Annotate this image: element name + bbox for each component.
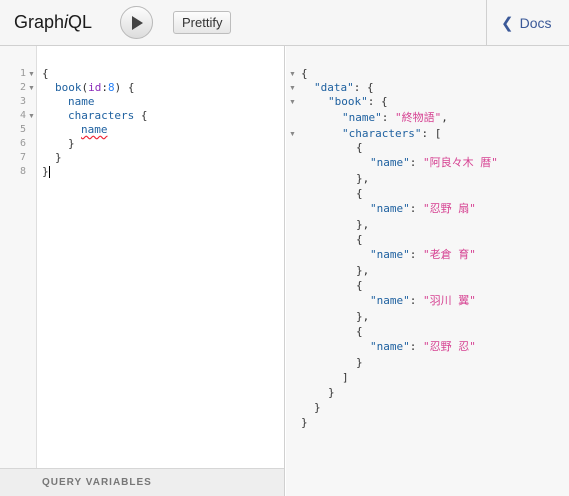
code-line: } [55,151,62,165]
graphiql-logo: GraphiQL [14,12,92,33]
arg-value: 8 [108,81,115,94]
field-book: book [55,81,82,94]
field-name-error: name [81,123,108,136]
json-value-character-name: "老倉 育" [423,248,476,261]
json-key-book: "book" [328,95,368,108]
query-variables-label: QUERY VARIABLES [42,477,152,488]
json-line: }, [356,310,370,323]
json-line: } [314,401,321,414]
json-line: { [356,187,363,200]
json-line: ] [342,371,349,384]
json-line: "name": "忍野 扇" [370,202,476,215]
json-key-name: "name" [370,294,410,307]
json-line: "data": { [314,81,374,94]
json-key-name: "name" [370,248,410,261]
json-line: "book": { [328,95,388,108]
code-line: name [68,95,95,109]
code-line: } [42,165,50,179]
json-key-name: "name" [370,202,410,215]
fold-arrow-icon[interactable]: ▼ [28,113,36,120]
json-line: "name": "忍野 忍" [370,340,476,353]
json-line: } [328,386,335,399]
code-line: } [68,137,75,151]
json-line: { [356,233,363,246]
json-line: "name": "老倉 育" [370,248,476,261]
line-number: 5 [19,124,26,135]
json-line: { [356,279,363,292]
fold-arrow-icon[interactable]: ▼ [289,99,297,106]
line-number: 2 [19,82,26,93]
json-line: "name": "阿良々木 暦" [370,156,498,169]
line-number: 8 [19,166,26,177]
code-line: name [81,123,108,137]
docs-label: Docs [519,15,552,31]
text-cursor [48,166,50,178]
json-line: { [356,141,363,154]
json-key-name: "name" [342,111,382,124]
json-value-character-name: "忍野 扇" [423,202,476,215]
json-line: }, [356,264,370,277]
json-line: }, [356,172,370,185]
brace: } [68,137,75,150]
json-key-data: "data" [314,81,354,94]
toolbar: GraphiQL Prettify ❮ Docs [0,0,569,46]
query-editor[interactable]: 1 2 3 4 5 6 7 8 ▼ ▼ ▼ { book(id:8) { nam… [0,46,285,496]
json-key-characters: "characters" [342,127,422,140]
line-number: 4 [19,110,26,121]
line-number: 6 [19,138,26,149]
field-name: name [68,95,95,108]
field-characters: characters [68,109,135,122]
line-number: 3 [19,96,26,107]
json-line: }, [356,218,370,231]
brace: } [55,151,62,164]
json-line: "characters": [ [342,127,442,140]
fold-arrow-icon[interactable]: ▼ [28,85,36,92]
code-line: { [42,67,49,81]
json-line: { [356,325,363,338]
docs-button[interactable]: ❮ Docs [501,14,551,32]
json-key-name: "name" [370,340,410,353]
json-value-character-name: "羽川 翼" [423,294,476,307]
arg-id: id [88,81,102,94]
code-line: book(id:8) { [55,81,135,94]
json-key-name: "name" [370,156,410,169]
json-line: "name": "終物語", [342,111,448,124]
line-number-gutter: 1 2 3 4 5 6 7 8 ▼ ▼ ▼ [0,46,37,468]
logo-suffix: QL [68,12,93,32]
fold-arrow-icon[interactable]: ▼ [289,85,297,92]
query-variables-header[interactable]: QUERY VARIABLES [0,468,284,496]
fold-arrow-icon[interactable]: ▼ [289,71,297,78]
brace: } [42,165,49,178]
line-number: 7 [19,152,26,163]
fold-arrow-icon[interactable]: ▼ [289,131,297,138]
prettify-button[interactable]: Prettify [173,11,232,34]
json-line: } [301,416,308,429]
code-line: characters { [68,109,148,122]
json-value-character-name: "忍野 忍" [423,340,476,353]
result-viewer: ▼ ▼ ▼ ▼ { "data": { "book": { "name": "終… [286,46,569,496]
json-line: "name": "羽川 翼" [370,294,476,307]
brace: { [42,67,49,80]
logo-prefix: Graph [14,12,65,32]
play-icon [132,16,143,30]
json-value-book-name: "終物語" [395,111,442,124]
execute-query-button[interactable] [120,6,153,39]
json-line: } [356,356,363,369]
docs-explorer-toggle[interactable]: ❮ Docs [486,0,569,46]
chevron-left-icon: ❮ [501,15,514,32]
line-number: 1 [19,68,26,79]
fold-arrow-icon[interactable]: ▼ [28,71,36,78]
json-value-character-name: "阿良々木 暦" [423,156,498,169]
json-line: { [301,67,308,80]
